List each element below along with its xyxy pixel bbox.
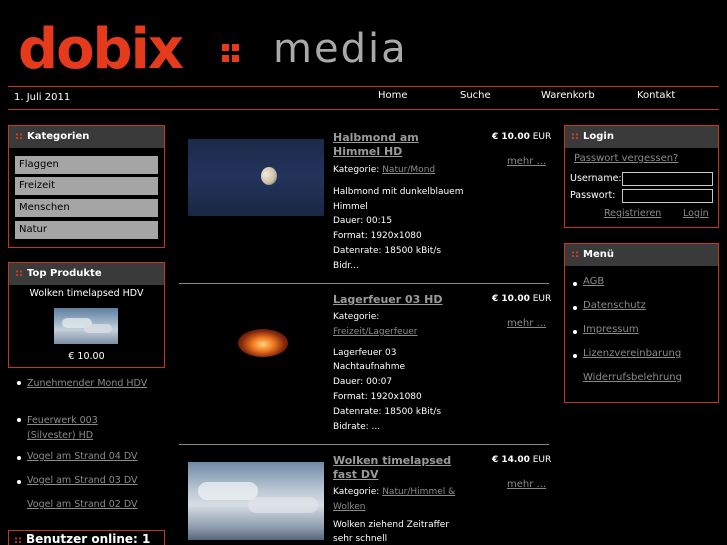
product-title-wolken[interactable]: Wolken timelapsed fast DV — [333, 454, 463, 482]
top-products-box: :: Top Produkte Wolken timelapsed HDV € 1… — [8, 262, 165, 368]
username-input[interactable] — [622, 172, 713, 186]
product-desc-lagerfeuer: Kategorie: Freizeit/Lagerfeuer Lagerfeue… — [333, 312, 442, 432]
dots-icon: :: — [15, 268, 23, 279]
product-more-halbmond[interactable]: mehr ... — [507, 156, 546, 167]
dots-icon: :: — [571, 249, 579, 260]
category-flaggen[interactable]: Flaggen — [15, 156, 158, 174]
logo-separator-icon — [222, 44, 262, 74]
categories-box: :: Kategorien Flaggen Freizeit Menschen N… — [8, 125, 165, 248]
side-link-feuerwerk[interactable]: Feuerwerk 003 (Silvester) HD — [27, 413, 147, 443]
product-title-lagerfeuer[interactable]: Lagerfeuer 03 HD — [333, 293, 442, 307]
product-thumbnail-wolken[interactable] — [188, 462, 324, 540]
top-product-thumbnail[interactable] — [54, 308, 118, 344]
product-desc-halbmond: Kategorie: Natur/Mond Halbmond mit dunke… — [333, 165, 464, 271]
bullet-icon — [573, 282, 577, 286]
category-menschen[interactable]: Menschen — [15, 199, 158, 217]
nav-cart[interactable]: Warenkorb — [541, 90, 595, 101]
bullet-icon — [17, 456, 21, 460]
top-products-header: :: Top Produkte — [9, 263, 164, 285]
product-title-halbmond[interactable]: Halbmond am Himmel HD — [333, 131, 443, 159]
product-thumbnail-halbmond[interactable] — [188, 139, 324, 216]
bullet-icon — [17, 381, 21, 385]
menu-agb[interactable]: AGB — [583, 276, 604, 287]
dots-icon: :: — [15, 131, 23, 142]
menu-lizenzvereinbarung[interactable]: Lizenzvereinbarung — [583, 348, 681, 359]
menu-widerrufsbelehrung[interactable]: Widerrufsbelehrung — [583, 372, 682, 383]
product-category-link[interactable]: Freizeit/Lagerfeuer — [333, 327, 418, 337]
nav-contact[interactable]: Kontakt — [637, 90, 675, 101]
category-natur[interactable]: Natur — [15, 221, 158, 239]
dots-icon: :: — [571, 131, 579, 142]
menu-box: :: Menü AGB Datenschutz Impressum Lizenzv… — [564, 243, 719, 403]
product-price-wolken: € 14.00 EUR — [492, 455, 552, 465]
bullet-icon — [573, 306, 577, 310]
login-box: :: Login Passwort vergessen? Username: Pa… — [564, 125, 719, 228]
side-link-vogel-02[interactable]: Vogel am Strand 02 DV — [27, 499, 138, 510]
nav-home[interactable]: Home — [378, 90, 408, 101]
password-label: Passwort: — [570, 190, 616, 201]
header-divider-bottom — [8, 109, 719, 110]
header-divider-top — [8, 86, 719, 87]
top-product-name[interactable]: Wolken timelapsed HDV — [9, 288, 164, 299]
users-online-box: :: Benutzer online: 1 — [8, 530, 165, 545]
product-desc-wolken: Kategorie: Natur/Himmel & Wolken Wolken … — [333, 487, 456, 545]
login-button[interactable]: Login — [683, 208, 709, 219]
side-link-vogel-03[interactable]: Vogel am Strand 03 DV — [27, 475, 138, 486]
menu-datenschutz[interactable]: Datenschutz — [583, 300, 646, 311]
product-more-lagerfeuer[interactable]: mehr ... — [507, 318, 546, 329]
product-thumbnail-lagerfeuer[interactable] — [188, 301, 324, 378]
bullet-icon — [17, 418, 21, 422]
password-input[interactable] — [622, 189, 713, 203]
product-divider — [179, 283, 549, 284]
product-divider — [179, 444, 549, 445]
users-online-text: :: Benutzer online: 1 — [14, 532, 151, 545]
logo-dobix: dobix — [18, 17, 184, 82]
product-category-link[interactable]: Natur/Mond — [382, 165, 435, 175]
top-product-price: € 10.00 — [68, 351, 105, 362]
product-more-wolken[interactable]: mehr ... — [507, 479, 546, 490]
category-freizeit[interactable]: Freizeit — [15, 177, 158, 195]
bullet-icon — [573, 330, 577, 334]
side-link-zunehmender-mond[interactable]: Zunehmender Mond HDV — [27, 376, 157, 391]
product-price-halbmond: € 10.00 EUR — [492, 132, 552, 142]
current-date: 1. Juli 2011 — [14, 92, 71, 103]
logo-media: media — [273, 26, 408, 72]
side-link-vogel-04[interactable]: Vogel am Strand 04 DV — [27, 451, 138, 462]
username-label: Username: — [570, 173, 622, 184]
login-header: :: Login — [565, 126, 718, 148]
menu-header: :: Menü — [565, 244, 718, 266]
categories-header: :: Kategorien — [9, 126, 164, 148]
forgot-password-link[interactable]: Passwort vergessen? — [574, 153, 678, 164]
bullet-icon — [17, 480, 21, 484]
nav-search[interactable]: Suche — [460, 90, 491, 101]
bullet-icon — [573, 354, 577, 358]
menu-impressum[interactable]: Impressum — [583, 324, 639, 335]
product-price-lagerfeuer: € 10.00 EUR — [492, 294, 552, 304]
register-link[interactable]: Registrieren — [604, 208, 661, 219]
